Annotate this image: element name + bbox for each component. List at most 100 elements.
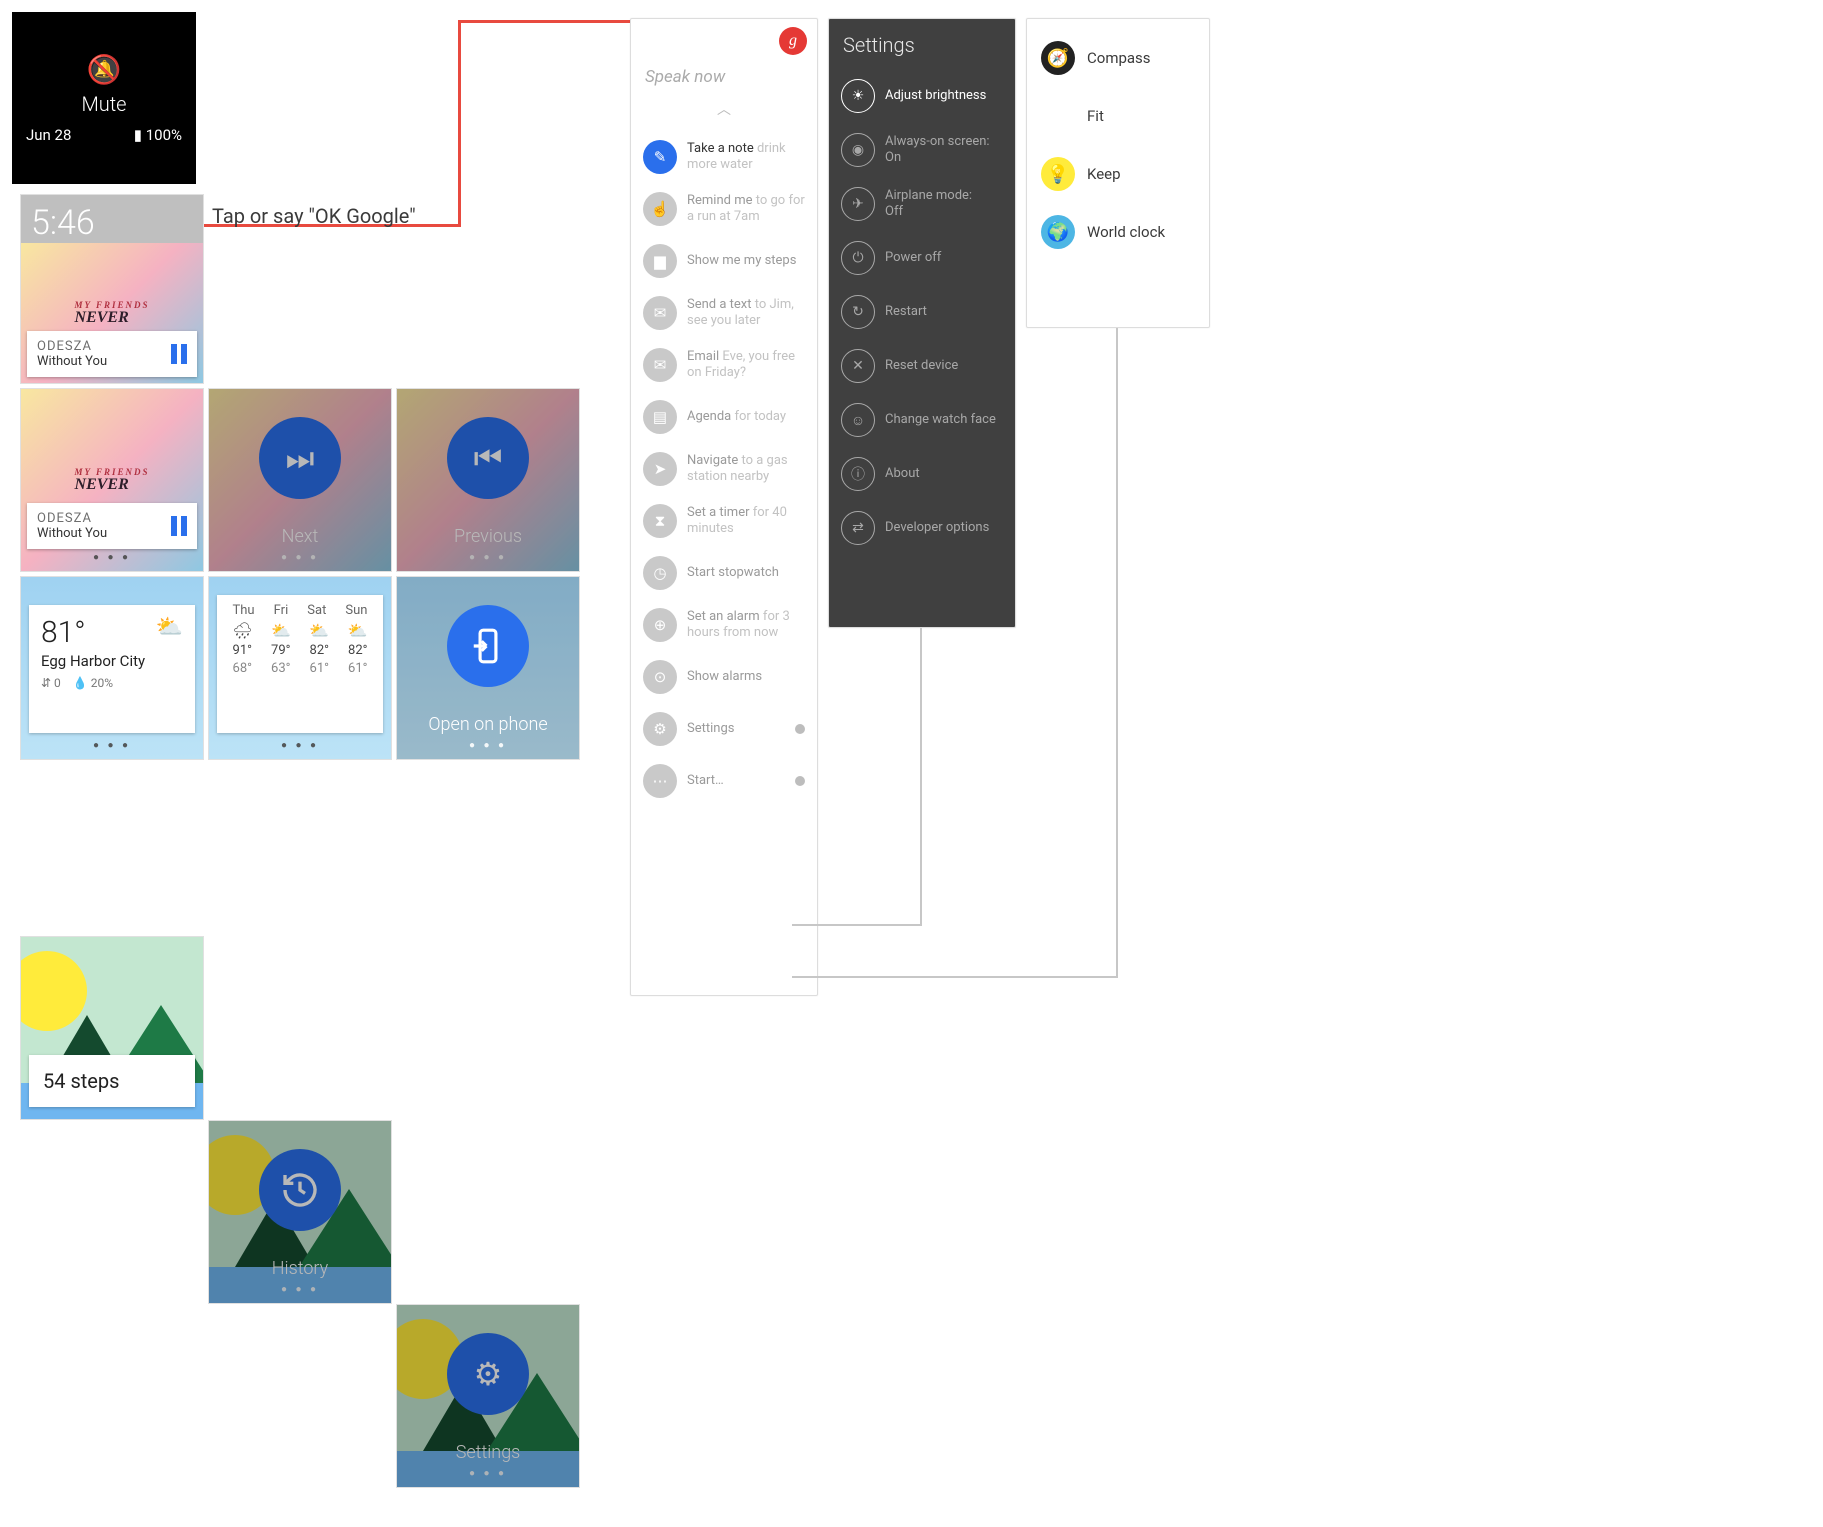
app-icon: 🌍 [1041, 215, 1075, 249]
voice-item-10[interactable]: ⊙ Show alarms [631, 651, 817, 703]
forecast-tile[interactable]: ThuFriSatSun 🌧⛅⛅⛅ 91°79°82°82° 68°63°61°… [208, 576, 392, 760]
link-pin-icon [795, 724, 805, 734]
settings-item-icon: ↻ [841, 295, 875, 329]
voice-item-icon: ✉ [643, 348, 677, 382]
mute-tile[interactable]: 🔕 Mute Jun 28 ▮ 100% [12, 12, 196, 184]
steps-tile[interactable]: 54 steps [20, 936, 204, 1120]
link-pin-icon [795, 776, 805, 786]
app-label: Compass [1087, 49, 1151, 67]
music-artist: ODESZA [37, 339, 107, 354]
settings-item-icon: ⇄ [841, 511, 875, 545]
voice-item-icon: ✎ [643, 140, 677, 174]
settings-item-2[interactable]: ✈ Airplane mode:Off [829, 177, 1015, 231]
voice-item-icon: ☝ [643, 192, 677, 226]
previous-tile[interactable]: ⏮ Previous ● ● ● [396, 388, 580, 572]
settings-item-icon: ✕ [841, 349, 875, 383]
settings-item-6[interactable]: ☺ Change watch face [829, 393, 1015, 447]
previous-label: Previous [397, 526, 579, 547]
link-start-1 [792, 976, 1118, 978]
pause-icon-2[interactable] [171, 516, 187, 536]
voice-item-3[interactable]: ✉ Send a text to Jim, see you later [631, 287, 817, 339]
settings-item-icon: ◉ [841, 133, 875, 167]
speak-now-label: Speak now [631, 55, 817, 87]
voice-item-icon: ◷ [643, 556, 677, 590]
weather-icon: ⛅ [156, 615, 183, 640]
settings-item-icon: ⏻ [841, 241, 875, 275]
voice-item-icon: ⊙ [643, 660, 677, 694]
voice-item-9[interactable]: ⊕ Set an alarm for 3 hours from now [631, 599, 817, 651]
history-icon[interactable] [259, 1149, 341, 1231]
open-on-phone-icon[interactable] [447, 605, 529, 687]
app-label: Fit [1087, 107, 1104, 125]
voice-item-icon: ⚙ [643, 712, 677, 746]
music-track: Without You [37, 354, 107, 369]
google-badge-icon[interactable]: g [779, 27, 807, 55]
voice-item-4[interactable]: ✉ Email Eve, you free on Friday? [631, 339, 817, 391]
now-playing-tile[interactable]: MY FRIENDSNEVER ODESZA Without You ● ● ● [20, 388, 204, 572]
weather-city: Egg Harbor City [41, 652, 183, 670]
weather-humidity: 💧 20% [73, 676, 113, 690]
chevron-up-icon[interactable]: ︿ [631, 87, 817, 131]
weather-temp: 81° [41, 615, 86, 650]
voice-item-icon: ⋯ [643, 764, 677, 798]
app-item-3[interactable]: 🌍 World clock [1027, 203, 1209, 261]
settings-item-4[interactable]: ↻ Restart [829, 285, 1015, 339]
app-icon: ❤ [1041, 99, 1075, 133]
settings-title: Settings [829, 29, 1015, 69]
settings-item-icon: ☀ [841, 79, 875, 113]
ok-google-callout: Tap or say "OK Google" [212, 204, 416, 228]
app-item-2[interactable]: 💡 Keep [1027, 145, 1209, 203]
pause-icon[interactable] [171, 344, 187, 364]
app-item-1[interactable]: ❤ Fit [1027, 87, 1209, 145]
settings-item-8[interactable]: ⇄ Developer options [829, 501, 1015, 555]
settings-item-icon: ⓘ [841, 457, 875, 491]
voice-item-5[interactable]: ▤ Agenda for today [631, 391, 817, 443]
app-item-0[interactable]: 🧭 Compass [1027, 29, 1209, 87]
next-tile[interactable]: ⏭ Next ● ● ● [208, 388, 392, 572]
voice-item-icon: ▤ [643, 400, 677, 434]
weather-tile[interactable]: 81° ⛅ Egg Harbor City ⇵ 0 💧 20% ● ● ● [20, 576, 204, 760]
settings-item-icon: ✈ [841, 187, 875, 221]
next-label: Next [209, 526, 391, 547]
voice-item-icon: ⧗ [643, 504, 677, 538]
previous-icon[interactable]: ⏮ [447, 417, 529, 499]
weather-wind: ⇵ 0 [41, 676, 61, 690]
steps-count: 54 steps [29, 1055, 195, 1107]
voice-item-1[interactable]: ☝ Remind me to go for a run at 7am [631, 183, 817, 235]
settings-item-7[interactable]: ⓘ About [829, 447, 1015, 501]
app-icon: 💡 [1041, 157, 1075, 191]
settings-item-0[interactable]: ☀ Adjust brightness [829, 69, 1015, 123]
bell-mute-icon: 🔕 [87, 53, 122, 86]
link-settings-1 [792, 924, 922, 926]
voice-item-11[interactable]: ⚙ Settings [631, 703, 817, 755]
next-icon[interactable]: ⏭ [259, 417, 341, 499]
voice-item-6[interactable]: ➤ Navigate to a gas station nearby [631, 443, 817, 495]
open-on-phone-tile[interactable]: Open on phone ● ● ● [396, 576, 580, 760]
voice-item-12[interactable]: ⋯ Start… [631, 755, 817, 807]
voice-item-0[interactable]: ✎ Take a note drink more water [631, 131, 817, 183]
forecast-icons: 🌧⛅⛅⛅ [223, 621, 377, 640]
watch-face[interactable]: 5:46 MY FRIENDSNEVER ODESZA Without You [20, 194, 204, 384]
mute-label: Mute [81, 92, 126, 116]
voice-item-icon: ▆ [643, 244, 677, 278]
settings-tile[interactable]: ⚙ Settings ● ● ● [396, 1304, 580, 1488]
voice-item-icon: ⊕ [643, 608, 677, 642]
settings-item-1[interactable]: ◉ Always-on screen:On [829, 123, 1015, 177]
now-playing-card-2[interactable]: ODESZA Without You [27, 503, 197, 549]
settings-icon[interactable]: ⚙ [447, 1333, 529, 1415]
settings-item-3[interactable]: ⏻ Power off [829, 231, 1015, 285]
mute-battery: ▮ 100% [134, 126, 182, 144]
apps-panel: 🧭 Compass❤ Fit💡 Keep🌍 World clock [1026, 18, 1210, 328]
settings-panel: Settings ☀ Adjust brightness◉ Always-on … [828, 18, 1016, 628]
settings-item-icon: ☺ [841, 403, 875, 437]
voice-item-icon: ✉ [643, 296, 677, 330]
settings-item-5[interactable]: ✕ Reset device [829, 339, 1015, 393]
link-settings-2 [920, 628, 922, 926]
voice-item-7[interactable]: ⧗ Set a timer for 40 minutes [631, 495, 817, 547]
connector-line-3 [458, 20, 632, 23]
voice-item-2[interactable]: ▆ Show me my steps [631, 235, 817, 287]
history-tile[interactable]: History ● ● ● [208, 1120, 392, 1304]
app-label: Keep [1087, 165, 1121, 183]
now-playing-card[interactable]: ODESZA Without You [27, 331, 197, 377]
voice-item-8[interactable]: ◷ Start stopwatch [631, 547, 817, 599]
